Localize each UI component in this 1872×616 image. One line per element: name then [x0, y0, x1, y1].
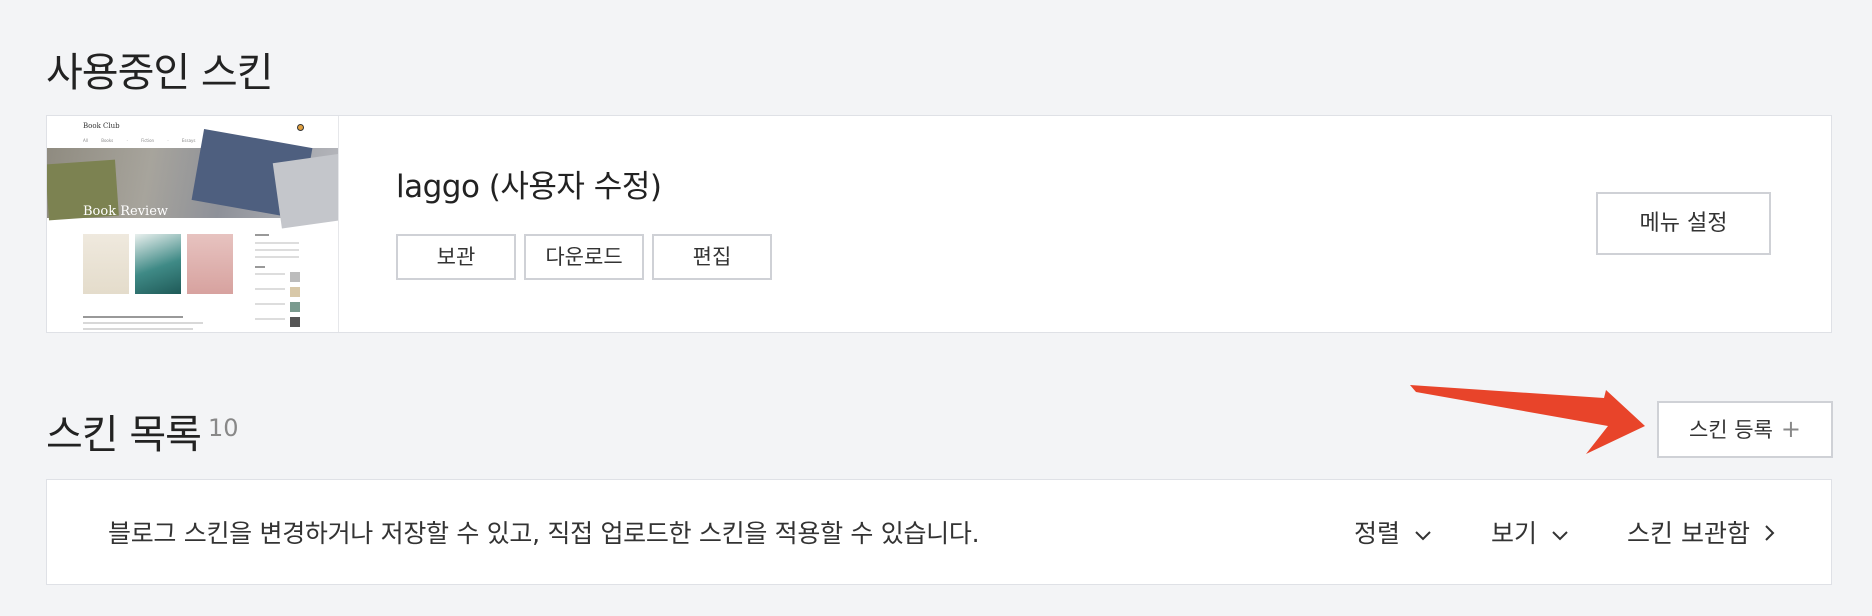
thumbnail-sidebar-line [255, 256, 299, 258]
thumbnail-sidebar-line [255, 234, 269, 236]
thumbnail-sidebar-line [255, 249, 299, 251]
thumbnail-hero-image: Book Review [47, 128, 338, 229]
chevron-down-icon [1551, 523, 1569, 548]
thumbnail-site-name: Book Club [83, 122, 120, 130]
current-skin-title: 사용중인 스킨 [46, 50, 274, 96]
chevron-right-icon [1764, 523, 1776, 548]
thumbnail-sidebar-line [255, 273, 285, 275]
skin-list-title: 스킨 목록 [46, 412, 202, 458]
current-skin-name: laggo (사용자 수정) [396, 169, 662, 205]
thumbnail-text-line [83, 328, 193, 330]
skin-settings-page: 사용중인 스킨 Book Club All Books · Fiction · … [0, 0, 1872, 616]
register-skin-button[interactable]: 스킨 등록 + [1657, 401, 1833, 458]
edit-button[interactable]: 편집 [652, 234, 772, 280]
skin-list-description: 블로그 스킨을 변경하거나 저장할 수 있고, 직접 업로드한 스킨을 적용할 … [108, 519, 980, 548]
current-skin-card: Book Club All Books · Fiction · Essays ·… [46, 115, 1832, 333]
archive-button[interactable]: 보관 [396, 234, 516, 280]
thumbnail-sidebar-image [290, 302, 300, 312]
thumbnail-poster [83, 234, 129, 294]
thumbnail-hero-text: Book Review [83, 204, 169, 219]
thumbnail-sidebar-line [255, 318, 285, 320]
thumbnail-sidebar-line [255, 303, 285, 305]
sort-dropdown[interactable]: 정렬 [1354, 514, 1432, 550]
view-label: 보기 [1491, 519, 1538, 548]
skin-thumbnail[interactable]: Book Club All Books · Fiction · Essays ·… [47, 116, 339, 332]
skin-count: 10 [208, 414, 239, 442]
thumbnail-sidebar-image [290, 317, 300, 327]
view-dropdown[interactable]: 보기 [1491, 514, 1569, 550]
skin-list-toolbar: 블로그 스킨을 변경하거나 저장할 수 있고, 직접 업로드한 스킨을 적용할 … [46, 479, 1832, 585]
thumbnail-text-line [83, 322, 203, 324]
skin-storage-link[interactable]: 스킨 보관함 [1627, 514, 1776, 550]
thumbnail-poster [135, 234, 181, 294]
download-button[interactable]: 다운로드 [524, 234, 644, 280]
thumbnail-poster [187, 234, 233, 294]
skin-storage-label: 스킨 보관함 [1627, 519, 1750, 548]
thumbnail-sidebar-line [255, 288, 285, 290]
thumbnail-sidebar-image [290, 272, 300, 282]
chevron-down-icon [1414, 523, 1432, 548]
thumbnail-sidebar-image [290, 287, 300, 297]
thumbnail-sidebar-line [255, 266, 265, 268]
plus-icon: + [1780, 415, 1802, 443]
sort-label: 정렬 [1354, 519, 1401, 548]
thumbnail-avatar [297, 124, 304, 131]
thumbnail-sidebar-line [255, 242, 299, 244]
thumbnail-text-line [83, 316, 183, 318]
menu-settings-button[interactable]: 메뉴 설정 [1596, 192, 1771, 255]
register-skin-label: 스킨 등록 [1688, 418, 1773, 442]
